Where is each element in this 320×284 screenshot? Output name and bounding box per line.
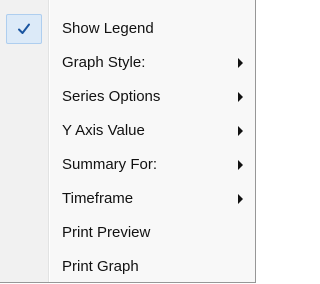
menu-item-summary-for[interactable]: Summary For: xyxy=(0,148,255,182)
menu-item-graph-style[interactable]: Graph Style: xyxy=(0,46,255,80)
menu-item-print-preview[interactable]: Print Preview xyxy=(0,216,255,250)
menu-item-label: Series Options xyxy=(62,88,161,105)
menu-item-label: Summary For: xyxy=(62,156,158,173)
menu-item-y-axis-value[interactable]: Y Axis Value xyxy=(0,114,255,148)
menu-item-label: Print Preview xyxy=(62,224,151,241)
submenu-arrow-icon xyxy=(238,126,243,136)
menu-item-print-graph[interactable]: Print Graph xyxy=(0,250,255,284)
menu-item-series-options[interactable]: Series Options xyxy=(0,80,255,114)
menu-item-label: Graph Style: xyxy=(62,54,146,71)
check-highlight xyxy=(6,14,42,44)
submenu-arrow-icon xyxy=(238,58,243,68)
submenu-arrow-icon xyxy=(238,92,243,102)
menu-item-show-legend[interactable]: Show Legend xyxy=(0,12,255,46)
submenu-arrow-icon xyxy=(238,194,243,204)
menu-items: Show Legend Graph Style: Series Options … xyxy=(0,12,255,284)
menu-item-label: Print Graph xyxy=(62,258,139,275)
context-menu: Show Legend Graph Style: Series Options … xyxy=(0,0,256,283)
menu-item-label: Timeframe xyxy=(62,190,134,207)
menu-item-label: Y Axis Value xyxy=(62,122,145,139)
menu-item-timeframe[interactable]: Timeframe xyxy=(0,182,255,216)
menu-item-label: Show Legend xyxy=(62,20,154,37)
submenu-arrow-icon xyxy=(238,160,243,170)
check-icon xyxy=(18,23,30,34)
